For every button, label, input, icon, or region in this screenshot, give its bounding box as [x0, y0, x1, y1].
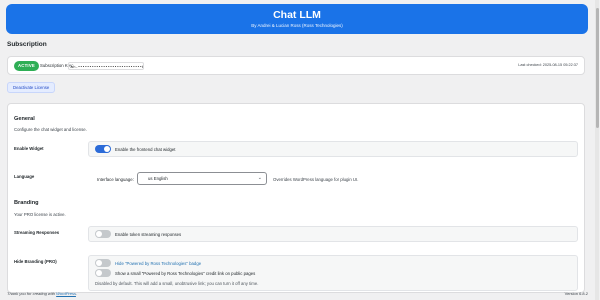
hide-branding-row: Hide "Powered by Ross Technologies" badg…	[88, 255, 578, 291]
interface-language-label: Interface language:	[97, 177, 134, 182]
streaming-text: Enable token streaming responses	[115, 232, 182, 237]
credit-link-toggle[interactable]	[95, 269, 111, 277]
enable-widget-toggle[interactable]	[95, 145, 111, 153]
branding-heading: Branding	[14, 200, 39, 206]
scrollbar-thumb[interactable]	[595, 8, 599, 128]
last-checked-text: Last checked: 2025-08-15 05:22:37	[518, 63, 578, 67]
enable-widget-label: Enable Widget	[14, 146, 44, 151]
toggle-knob	[104, 146, 110, 152]
hide-branding-label: Hide Branding (PRO)	[14, 259, 57, 264]
footer-thanks: Thank you for creating with WordPress.	[7, 291, 77, 296]
language-selected-value: us English	[148, 176, 168, 181]
settings-panel: General Configure the chat widget and li…	[7, 103, 585, 293]
deactivate-license-button[interactable]: Deactivate License	[7, 82, 56, 93]
wordpress-link[interactable]: WordPress	[56, 291, 76, 296]
branding-description: Your PRO license is active.	[14, 212, 66, 217]
toggle-knob	[96, 270, 102, 276]
enable-widget-row: Enable the frontend chat widget	[88, 141, 578, 157]
hide-badge-toggle[interactable]	[95, 259, 111, 267]
credit-link-text: Show a small "Powered by Ross Technologi…	[115, 271, 256, 276]
plugin-header: Chat LLM By Andrei & Lucian Ross (Ross T…	[6, 4, 588, 34]
streaming-label: Streaming Responses	[14, 230, 60, 235]
toggle-knob	[96, 260, 102, 266]
plugin-subtitle: By Andrei & Lucian Ross (Ross Technologi…	[251, 23, 343, 28]
language-label: Language	[14, 174, 35, 179]
hide-branding-note: Disabled by default. This will add a sma…	[95, 281, 259, 286]
general-description: Configure the chat widget and license.	[14, 127, 87, 132]
chevron-down-icon: ⌄	[257, 175, 262, 181]
hide-badge-text[interactable]: Hide "Powered by Ross Technologies" badg…	[115, 261, 201, 266]
toggle-knob	[96, 231, 102, 237]
language-help-text: Overrides WordPress language for plugin …	[273, 177, 359, 182]
plugin-title: Chat LLM	[273, 9, 321, 21]
subscription-heading: Subscription	[7, 41, 47, 48]
subscription-card: ACTIVE Subscription Key: sh-••••••••••••…	[7, 56, 585, 75]
enable-widget-text: Enable the frontend chat widget	[115, 147, 176, 152]
language-select[interactable]: us English ⌄	[137, 172, 267, 185]
general-heading: General	[14, 116, 35, 122]
streaming-row: Enable token streaming responses	[88, 226, 578, 242]
page-scrollbar[interactable]	[595, 0, 599, 300]
status-badge: ACTIVE	[14, 61, 39, 71]
language-row: Interface language: us English ⌄ Overrid…	[88, 168, 578, 188]
footer-thanks-suffix: .	[75, 291, 78, 296]
footer-thanks-prefix: Thank you for creating with	[7, 291, 56, 296]
subscription-key-field[interactable]: sh-••••••••••••••••••••••••••••6Q2A	[68, 62, 144, 70]
footer-version: Version 6.8.2	[564, 291, 588, 296]
streaming-toggle[interactable]	[95, 230, 111, 238]
